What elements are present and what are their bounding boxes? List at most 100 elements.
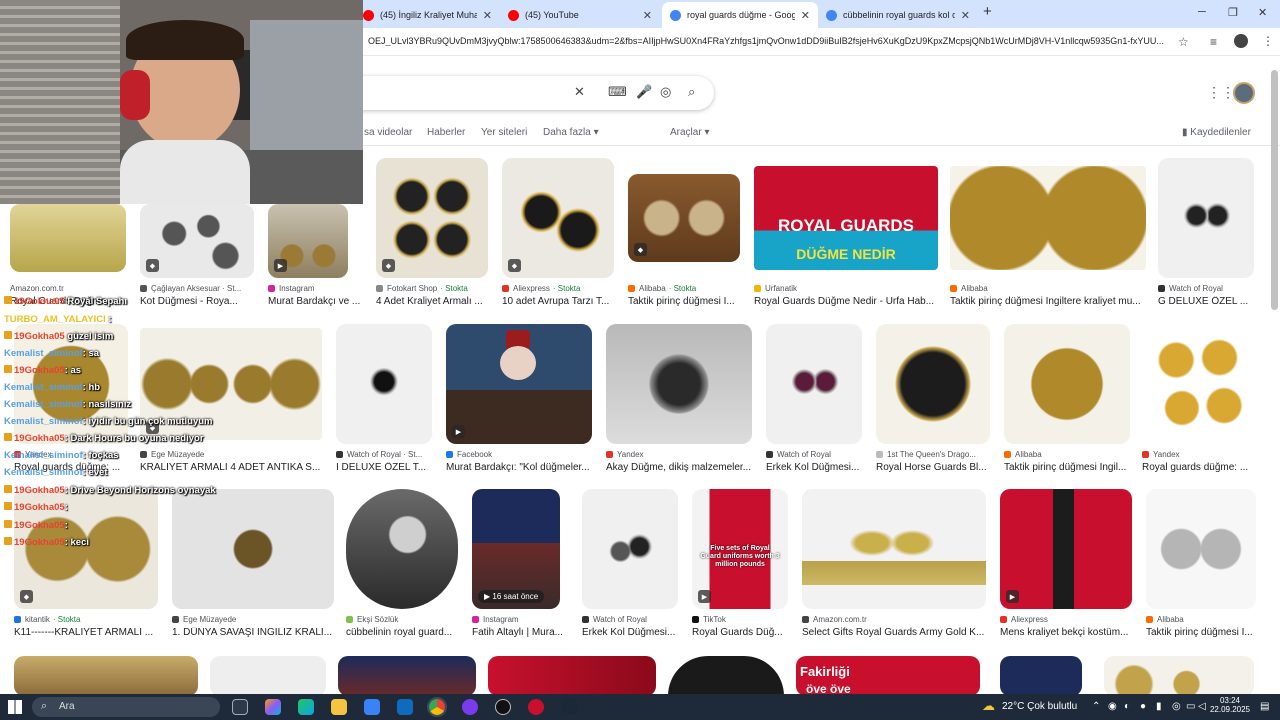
image-result[interactable]: Amazon.com.tr Select Gifts Royal Guards … [802,489,988,641]
result-title[interactable]: Taktik pirinç düğmesi İ... [1146,627,1258,638]
image-result[interactable]: Alibaba Taktik pirinç düğmesi İngil... [1004,324,1130,476]
discord-icon[interactable] [462,699,478,715]
playlist-icon[interactable]: ≡ [1210,35,1217,49]
result-title[interactable]: Taktik pirinç düğmesi İngiltere kraliyet… [950,296,1146,307]
microphone-icon[interactable]: 🎤 [636,84,652,100]
image-result[interactable]: 1st The Queen's Drago... Royal Horse Gua… [876,324,992,476]
result-image[interactable] [1000,656,1082,696]
result-title[interactable]: Royal Guards Düğme Nedir - Urfa Hab... [754,296,938,307]
result-title[interactable]: G DELUXE ÖZEL ... [1158,296,1256,307]
result-title[interactable]: cübbelinin royal guard... [346,627,460,638]
result-image[interactable] [14,656,198,696]
image-result[interactable]: Yandex Royal guards düğme: ... [1142,324,1258,476]
bookmark-star-icon[interactable]: ☆ [1178,35,1189,49]
result-image[interactable] [10,204,126,272]
minimize-icon[interactable]: ─ [1198,6,1206,18]
lens-icon[interactable]: ◎ [660,84,671,100]
keyboard-icon[interactable]: ⌨ [608,84,627,100]
result-title[interactable]: Select Gifts Royal Guards Army Gold K... [802,627,988,638]
image-result[interactable] [338,656,476,696]
result-image[interactable] [346,489,458,609]
result-image[interactable] [766,324,862,444]
tab-news[interactable]: Haberler [427,127,465,138]
notifications-icon[interactable]: ▤ [1260,701,1269,712]
outlook-icon[interactable] [397,699,413,715]
image-result[interactable]: Watch of Royal Erkek Kol Düğmesi... [582,489,680,641]
image-result[interactable]: Five sets of Royal Guard uniforms worth … [692,489,790,641]
image-result[interactable] [210,656,326,696]
result-image[interactable]: ◆ [140,204,254,278]
result-title[interactable]: Taktik pirinç düğmesi İ... [628,296,742,307]
avatar[interactable] [1233,82,1255,104]
clear-icon[interactable]: ✕ [574,84,585,100]
image-result[interactable]: ▶ Facebook Murat Bardakçı: "Kol düğmeler… [446,324,592,476]
tray-icon[interactable]: ◎ [1172,701,1181,712]
result-title[interactable]: 10 adet Avrupa Tarzı T... [502,296,614,307]
result-title[interactable]: Royal guards düğme: ... [1142,462,1258,473]
app-icon[interactable] [528,699,544,715]
result-title[interactable]: K11-------KRALİYET ARMALI ... [14,627,158,638]
file-explorer-icon[interactable] [331,699,347,715]
chrome-icon[interactable] [427,697,447,717]
close-icon[interactable]: ✕ [961,9,970,22]
close-icon[interactable]: ✕ [643,9,652,22]
image-result[interactable]: Watch of Royal · St... I DELUXE ÖZEL T..… [336,324,434,476]
result-title[interactable]: Fatih Altaylı | Mura... [472,627,570,638]
url-field[interactable]: OEJ_ULvl3YBRu9QUvDmM3jvyQblw:17585006463… [368,36,1168,46]
scrollbar[interactable] [1271,70,1278,310]
result-image[interactable]: ▶ [1000,489,1132,609]
apps-grid-icon[interactable]: ⋮⋮ [1207,84,1235,101]
result-title[interactable]: Murat Bardakçı: "Kol düğmeler... [446,462,592,473]
maximize-icon[interactable]: ❐ [1228,6,1238,19]
result-image[interactable] [950,166,1146,270]
result-image[interactable] [802,489,986,609]
result-image[interactable]: ◆ [502,158,614,278]
search-icon[interactable]: ⌕ [688,84,695,100]
image-result[interactable]: Watch of Royal G DELUXE ÖZEL ... [1158,158,1256,310]
image-result[interactable]: Alibaba Taktik pirinç düğmesi İ... [1146,489,1258,641]
clock[interactable]: 03:24 22.09.2025 [1208,696,1252,714]
browser-tab[interactable]: cübbelinin royal guards kol düğmesi ✕ [818,2,978,28]
tab-places[interactable]: Yer siteleri [481,127,527,138]
image-result[interactable]: ◆ Alibaba · Stokta Taktik pirinç düğmesi … [628,158,742,310]
steam-icon[interactable] [561,699,577,715]
image-result[interactable]: Alibaba Taktik pirinç düğmesi İngiltere … [950,158,1146,310]
weather-text[interactable]: 22°C Çok bulutlu [1002,701,1077,712]
browser-tab-active[interactable]: royal guards düğme - Google'da Ara ✕ [662,2,818,28]
store-icon[interactable] [364,699,380,715]
volume-icon[interactable]: ◁ [1198,701,1206,712]
result-image[interactable]: ▶ 16 saat önce [472,489,560,609]
result-title[interactable]: Murat Bardakçı ve ... [268,296,364,307]
image-result[interactable]: ▶ 16 saat önce Instagram Fatih Altaylı |… [472,489,570,641]
tray-icon[interactable]: ◉ [1108,701,1117,712]
tray-icon[interactable]: ◐ [1124,701,1130,712]
result-title[interactable]: I DELUXE ÖZEL T... [336,462,434,473]
windows-start-icon[interactable] [8,700,22,714]
result-image[interactable] [336,324,432,444]
image-result[interactable]: ◆ Fotokart Shop · Stokta 4 Adet Kraliyet … [376,158,490,310]
tab-short-videos[interactable]: sa videolar [364,127,412,138]
close-icon[interactable]: ✕ [801,9,810,22]
result-title[interactable]: Mens kraliyet bekçi kostüm... [1000,627,1134,638]
result-image[interactable]: ◆ [376,158,488,278]
result-image[interactable] [1146,489,1256,609]
image-result[interactable] [14,656,198,696]
saved-button[interactable]: ▮ Kaydedilenler [1182,127,1251,138]
chevron-up-icon[interactable]: ⌃ [1092,701,1100,712]
result-image[interactable]: ▶ [268,204,348,278]
copilot-icon[interactable] [265,699,281,715]
result-title[interactable]: Erkek Kol Düğmesi... [766,462,864,473]
result-title[interactable]: Royal Guards Düğ... [692,627,790,638]
result-title[interactable]: Royal Horse Guards Bl... [876,462,992,473]
result-image[interactable]: ▶ [446,324,592,444]
image-result[interactable]: ▶ Instagram Murat Bardakçı ve ... [268,204,364,310]
result-title[interactable]: Erkek Kol Düğmesi... [582,627,680,638]
image-result[interactable]: Yandex Akay Düğme, dikiş malzemeler... [606,324,754,476]
browser-tab[interactable]: (45) İngiliz Kraliyet Muhafızı yapılı ✕ [355,2,500,28]
tab-more[interactable]: Daha fazla ▾ [543,127,599,138]
result-title[interactable]: 4 Adet Kraliyet Armalı ... [376,296,490,307]
close-icon[interactable]: ✕ [483,9,492,22]
image-result[interactable]: ◆ Aliexpress · Stokta 10 adet Avrupa Tarz… [502,158,614,310]
close-window-icon[interactable]: ✕ [1258,6,1267,19]
result-image[interactable]: ◆ [628,174,740,262]
